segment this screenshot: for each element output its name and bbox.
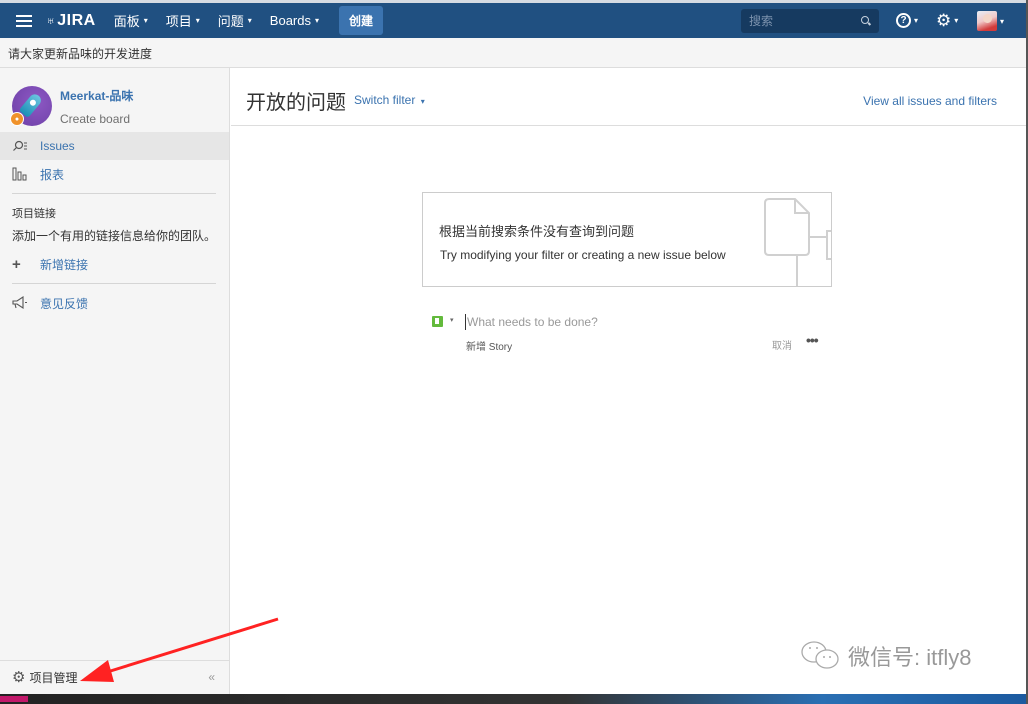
help-icon: ? bbox=[896, 13, 911, 28]
chevron-down-icon: ▾ bbox=[143, 16, 148, 25]
wechat-icon bbox=[801, 641, 839, 669]
page-title: 开放的问题 bbox=[246, 92, 346, 114]
nav-boards[interactable]: Boards ▾ bbox=[270, 13, 319, 28]
issues-search-icon bbox=[12, 140, 30, 152]
nav-projects-label: 项目 bbox=[165, 14, 192, 29]
inline-issue-create: ▾ 新增 Story 取消 ••• bbox=[432, 314, 830, 354]
wechat-watermark: 微信号: itfly8 bbox=[800, 640, 971, 672]
add-link-button[interactable]: + 新增链接 bbox=[0, 250, 229, 278]
gear-icon: ⚙ bbox=[936, 11, 952, 30]
plus-icon: + bbox=[12, 255, 21, 273]
main-header: 开放的问题 Switch filter ▾ View all issues an… bbox=[231, 68, 1028, 126]
switch-filter-dropdown[interactable]: Switch filter ▾ bbox=[354, 93, 425, 107]
nav-issues[interactable]: 问题 ▾ bbox=[218, 11, 252, 30]
project-links-heading: 项目链接 bbox=[12, 208, 56, 220]
project-name-link[interactable]: Meerkat-品味 bbox=[60, 87, 133, 104]
issue-summary-input[interactable] bbox=[465, 314, 765, 330]
nav-dashboards-label: 面板 bbox=[113, 14, 140, 29]
reports-bar-icon bbox=[12, 167, 30, 181]
chevron-down-icon: ▾ bbox=[954, 16, 959, 25]
empty-state-message: 根据当前搜索条件没有查询到问题 Try modifying your filte… bbox=[422, 192, 832, 287]
more-options-button[interactable]: ••• bbox=[806, 332, 819, 348]
nav-dashboards[interactable]: 面板 ▾ bbox=[114, 11, 148, 30]
create-issue-button[interactable]: 创建 bbox=[339, 6, 384, 35]
cancel-button[interactable]: 取消 bbox=[772, 337, 792, 352]
jira-logo-icon: ♅ bbox=[46, 13, 57, 28]
chevron-down-icon: ▾ bbox=[195, 16, 200, 25]
chevron-down-icon: ▾ bbox=[315, 16, 320, 25]
project-header: ● Meerkat-品味 Create board bbox=[0, 68, 229, 132]
view-all-issues-link[interactable]: View all issues and filters bbox=[863, 94, 997, 108]
search-icon[interactable] bbox=[861, 16, 871, 26]
project-links-description: 添加一个有用的链接信息给你的团队。 bbox=[12, 229, 217, 243]
chevron-down-icon: ▾ bbox=[247, 16, 252, 25]
divider bbox=[12, 193, 216, 194]
divider bbox=[12, 283, 216, 284]
menu-icon[interactable] bbox=[16, 14, 32, 27]
top-navigation-bar: ♅ JIRA 面板▾ 项目▾ 问题▾ Boards▾ 创建 ? ▾ ⚙ ▾ ▾ bbox=[0, 0, 1028, 38]
sidebar-item-issues[interactable]: Issues bbox=[0, 132, 229, 160]
jira-logo-text: JIRA bbox=[57, 11, 96, 29]
search-input[interactable] bbox=[749, 14, 849, 28]
project-type-badge-icon: ● bbox=[10, 112, 24, 126]
project-avatar[interactable]: ● bbox=[10, 86, 52, 126]
sidebar-item-feedback[interactable]: 意见反馈 bbox=[0, 289, 229, 317]
gear-icon: ⚙ bbox=[12, 669, 26, 686]
project-sidebar: ● Meerkat-品味 Create board Issues 报表 项目链接… bbox=[0, 68, 230, 694]
sidebar-item-label: Issues bbox=[40, 139, 75, 153]
chevron-down-icon: ▾ bbox=[1000, 16, 1005, 26]
user-profile-button[interactable]: ▾ bbox=[977, 11, 1004, 31]
watermark-text: 微信号: itfly8 bbox=[848, 645, 972, 670]
document-illustration-icon bbox=[764, 198, 831, 286]
sidebar-item-label: 意见反馈 bbox=[40, 296, 89, 311]
project-settings-link[interactable]: 项目管理 bbox=[29, 669, 77, 686]
nav-issues-label: 问题 bbox=[217, 14, 244, 29]
chevron-down-icon: ▾ bbox=[420, 97, 425, 106]
os-taskbar bbox=[0, 694, 1028, 704]
jira-logo[interactable]: ♅ JIRA bbox=[46, 12, 96, 30]
chevron-down-icon: ▾ bbox=[914, 16, 919, 25]
empty-state-subtitle: Try modifying your filter or creating a … bbox=[440, 248, 726, 262]
add-link-label: 新增链接 bbox=[40, 257, 89, 272]
megaphone-icon bbox=[12, 296, 30, 310]
search-box bbox=[741, 9, 879, 33]
sidebar-item-label: 报表 bbox=[40, 167, 65, 182]
sidebar-nav: Issues 报表 bbox=[0, 132, 229, 188]
story-type-icon[interactable] bbox=[432, 316, 443, 327]
empty-state-title: 根据当前搜索条件没有查询到问题 bbox=[439, 224, 635, 239]
create-board-link[interactable]: Create board bbox=[60, 112, 133, 126]
help-menu-button[interactable]: ? ▾ bbox=[896, 13, 918, 28]
switch-filter-label: Switch filter bbox=[354, 93, 416, 107]
chevron-down-icon[interactable]: ▾ bbox=[450, 316, 454, 324]
admin-settings-button[interactable]: ⚙ ▾ bbox=[936, 12, 958, 29]
issue-type-label: 新增 Story bbox=[466, 342, 513, 353]
nav-projects[interactable]: 项目 ▾ bbox=[166, 11, 200, 30]
sidebar-item-reports[interactable]: 报表 bbox=[0, 160, 229, 188]
user-avatar bbox=[977, 11, 997, 31]
sidebar-footer: ⚙ 项目管理 « bbox=[0, 660, 229, 694]
collapse-sidebar-button[interactable]: « bbox=[208, 670, 215, 684]
nav-boards-label: Boards bbox=[269, 13, 311, 28]
announcement-banner: 请大家更新品味的开发进度 bbox=[0, 38, 1028, 68]
taskbar-start bbox=[0, 696, 28, 702]
